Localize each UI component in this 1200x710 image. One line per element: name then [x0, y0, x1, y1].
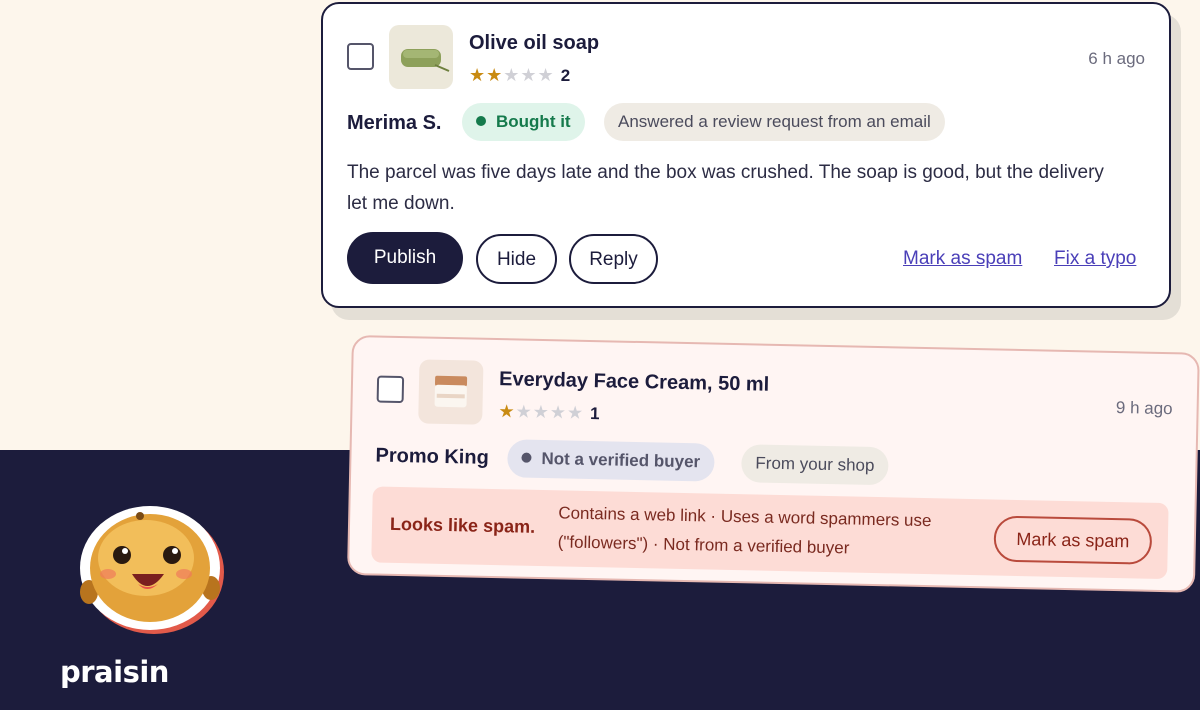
review-card-2: Everyday Face Cream, 50 ml ★★★★★ 1 9 h ag… — [346, 335, 1200, 593]
select-checkbox[interactable] — [347, 43, 374, 70]
star-rating: ★★★★★ 2 — [469, 65, 572, 85]
product-name[interactable]: Olive oil soap — [469, 32, 599, 55]
verified-badge: Bought it — [462, 103, 585, 141]
cream-jar-icon — [434, 375, 468, 408]
publish-button[interactable]: Publish — [347, 232, 463, 284]
product-thumbnail — [389, 25, 453, 89]
soap-icon — [401, 49, 450, 72]
status-dot-icon — [476, 116, 486, 126]
rating-value: 2 — [560, 66, 572, 85]
mark-as-spam-button[interactable]: Mark as spam — [993, 515, 1153, 565]
status-dot-icon — [521, 452, 532, 463]
rating-value: 1 — [589, 404, 601, 424]
review-text: The parcel was five days late and the bo… — [347, 162, 1104, 214]
unverified-badge: Not a verified buyer — [507, 439, 715, 482]
fix-typo-link[interactable]: Fix a typo — [1054, 248, 1136, 270]
mascot-icon — [80, 506, 224, 634]
review-author: Merima S. — [347, 112, 442, 134]
brand-logo: praisin — [60, 655, 169, 689]
source-badge: Answered a review request from an email — [604, 103, 945, 141]
hide-button[interactable]: Hide — [476, 234, 557, 284]
spam-warning-title: Looks like spam. — [389, 513, 536, 537]
select-checkbox[interactable] — [376, 375, 405, 404]
product-name[interactable]: Everyday Face Cream, 50 ml — [499, 368, 770, 397]
review-time: 6 h ago — [1088, 49, 1145, 68]
spam-warning: Looks like spam. Contains a web link · U… — [371, 486, 1169, 580]
spam-reasons: Contains a web link · Uses a word spamme… — [557, 503, 932, 558]
product-thumbnail — [418, 359, 484, 425]
star-rating: ★★★★★ 1 — [498, 401, 601, 424]
review-author: Promo King — [375, 444, 490, 469]
mark-as-spam-link[interactable]: Mark as spam — [903, 248, 1022, 270]
reply-button[interactable]: Reply — [569, 234, 658, 284]
review-card-1: Olive oil soap ★★★★★ 2 6 h ago Merima S. … — [321, 2, 1171, 308]
source-badge: From your shop — [741, 444, 889, 486]
review-time: 9 h ago — [1115, 398, 1173, 419]
